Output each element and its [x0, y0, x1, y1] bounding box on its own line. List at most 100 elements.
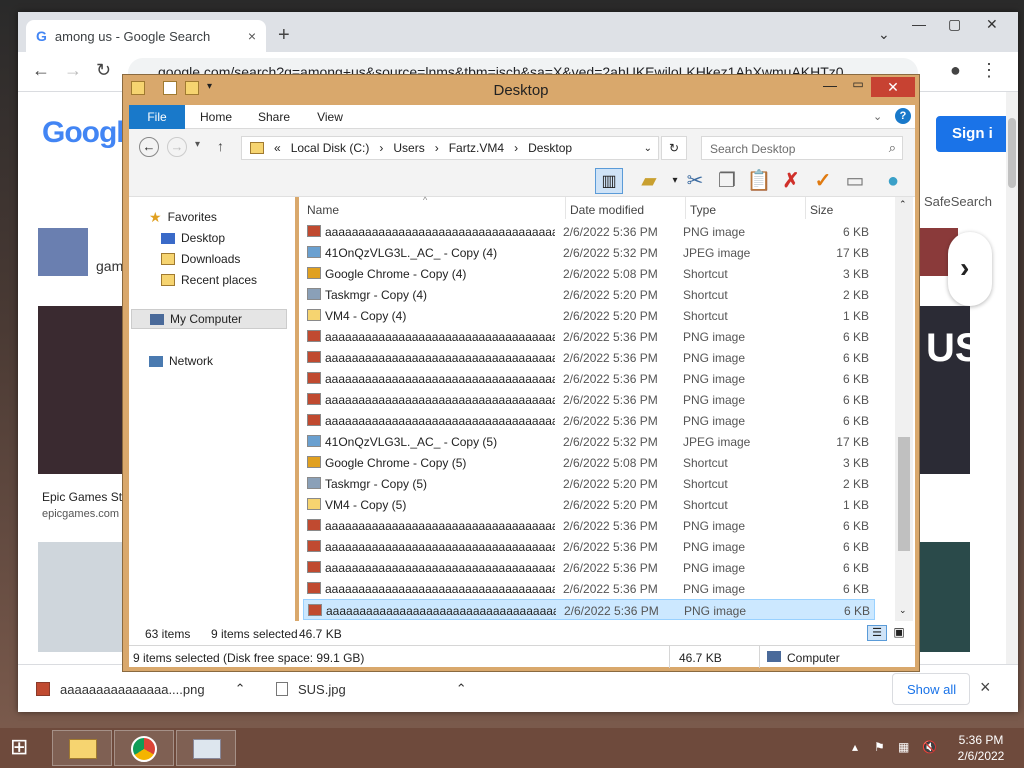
table-row[interactable]: VM4 - Copy (4) 2/6/2022 5:20 PM Shortcut 1 …	[303, 305, 875, 326]
taskbar-chrome[interactable]	[114, 730, 174, 766]
table-row[interactable]: 41OnQzVLG3L._AC_ - Copy (5) 2/6/2022 5:32…	[303, 431, 875, 452]
explorer-titlebar[interactable]: ▾ Desktop — ▭ ✕	[123, 75, 919, 105]
breadcrumb-desktop[interactable]: Desktop	[528, 141, 572, 155]
tab-close-icon[interactable]: ×	[248, 28, 256, 44]
result-image-3[interactable]	[38, 542, 128, 652]
forward-icon[interactable]: →	[64, 60, 82, 81]
forward-icon[interactable]: →	[167, 137, 187, 157]
tab-file[interactable]: File	[129, 105, 185, 129]
cut-icon[interactable]: ✂	[681, 168, 709, 194]
up-icon[interactable]: ↑	[217, 138, 224, 154]
table-row[interactable]: aaaaaaaaaaaaaaaaaaaaaaaaaaaaaaaaaaaaaa..…	[303, 599, 875, 620]
reload-icon[interactable]: ↻	[96, 60, 111, 81]
tab-search-chevron-icon[interactable]: ⌄	[878, 26, 890, 43]
table-row[interactable]: VM4 - Copy (5) 2/6/2022 5:20 PM Shortcut 1 …	[303, 494, 875, 515]
properties-icon[interactable]: ▭	[841, 168, 869, 194]
table-row[interactable]: Taskmgr - Copy (5) 2/6/2022 5:20 PM Shortc…	[303, 473, 875, 494]
chevron-up-icon[interactable]: ⌃	[235, 681, 246, 697]
show-hidden-icons-icon[interactable]: ▴	[852, 740, 858, 754]
scroll-down-icon[interactable]: ⌄	[899, 605, 907, 616]
address-dropdown-icon[interactable]: ⌄	[644, 143, 652, 154]
large-icons-view-icon[interactable]: ▣	[891, 625, 907, 641]
download-item-2[interactable]: SUS.jpg ⌃	[276, 673, 467, 705]
maximize-icon[interactable]: ▢	[948, 16, 961, 33]
back-icon[interactable]: ←	[32, 60, 50, 81]
details-view-icon[interactable]: ☰	[867, 625, 887, 641]
table-row[interactable]: aaaaaaaaaaaaaaaaaaaaaaaaaaaaaaaaaaaaaa..…	[303, 578, 875, 599]
taskbar-clock[interactable]: 5:36 PM 2/6/2022	[946, 732, 1016, 764]
nav-my-computer[interactable]: My Computer	[131, 309, 287, 329]
scroll-up-icon[interactable]: ⌃	[899, 199, 907, 210]
column-header-size[interactable]: Size	[805, 197, 881, 219]
table-row[interactable]: aaaaaaaaaaaaaaaaaaaaaaaaaaaaaaaaaaaaaa..…	[303, 326, 875, 347]
file-list-scrollbar[interactable]: ⌃ ⌄	[895, 197, 913, 621]
table-row[interactable]: aaaaaaaaaaaaaaaaaaaaaaaaaaaaaaaaaaaaaa..…	[303, 557, 875, 578]
table-row[interactable]: aaaaaaaaaaaaaaaaaaaaaaaaaaaaaaaaaaaaaa..…	[303, 221, 875, 242]
table-row[interactable]: aaaaaaaaaaaaaaaaaaaaaaaaaaaaaaaaaaaaaa..…	[303, 389, 875, 410]
network-tray-icon[interactable]: ▦	[898, 740, 909, 754]
paste-icon[interactable]: 📋	[745, 168, 773, 194]
chevron-right-icon[interactable]: ›	[948, 232, 992, 306]
globe-icon[interactable]: ●	[879, 168, 907, 194]
chevron-up-icon[interactable]: ⌃	[456, 681, 467, 697]
minimize-icon[interactable]: —	[817, 77, 843, 97]
search-input[interactable]: Search Desktop ⌕	[701, 136, 903, 160]
tab-view[interactable]: View	[305, 105, 355, 129]
show-all-button[interactable]: Show all	[892, 673, 970, 705]
related-chip-label[interactable]: gam	[96, 258, 123, 274]
breadcrumb-users[interactable]: Users	[393, 141, 424, 155]
table-row[interactable]: aaaaaaaaaaaaaaaaaaaaaaaaaaaaaaaaaaaaaa..…	[303, 368, 875, 389]
profile-avatar-icon[interactable]: ●	[950, 60, 961, 81]
help-icon[interactable]: ?	[895, 108, 911, 124]
delete-icon[interactable]: ✗	[777, 168, 805, 194]
minimize-icon[interactable]: —	[912, 16, 926, 32]
page-scrollbar-thumb[interactable]	[1008, 118, 1016, 188]
table-row[interactable]: Google Chrome - Copy (4) 2/6/2022 5:08 PM…	[303, 263, 875, 284]
breadcrumb-separator[interactable]: ›	[514, 141, 518, 155]
breadcrumb[interactable]: « Local Disk (C:) › Users › Fartz.VM4 › …	[241, 136, 659, 160]
maximize-icon[interactable]: ▭	[845, 77, 871, 97]
breadcrumb-local-disk[interactable]: Local Disk (C:)	[291, 141, 370, 155]
tab-home[interactable]: Home	[191, 105, 241, 129]
close-icon[interactable]: ✕	[986, 16, 998, 33]
taskbar-task-manager[interactable]	[176, 730, 236, 766]
column-header-type[interactable]: Type	[685, 197, 801, 219]
column-header-name[interactable]: Name	[307, 197, 563, 219]
back-icon[interactable]: ←	[139, 137, 159, 157]
refresh-icon[interactable]: ↻	[661, 136, 687, 160]
table-row[interactable]: aaaaaaaaaaaaaaaaaaaaaaaaaaaaaaaaaaaaaa..…	[303, 410, 875, 431]
chrome-menu-icon[interactable]: ⋮	[980, 60, 998, 81]
preview-pane-icon[interactable]: ▥	[595, 168, 623, 194]
rename-check-icon[interactable]: ✓	[809, 168, 837, 194]
nav-recent-places[interactable]: Recent places	[161, 270, 257, 290]
table-row[interactable]: aaaaaaaaaaaaaaaaaaaaaaaaaaaaaaaaaaaaaa..…	[303, 515, 875, 536]
breadcrumb-separator[interactable]: ›	[435, 141, 439, 155]
action-center-flag-icon[interactable]: ⚑	[874, 740, 885, 754]
table-row[interactable]: 41OnQzVLG3L._AC_ - Copy (4) 2/6/2022 5:32…	[303, 242, 875, 263]
download-item-1[interactable]: aaaaaaaaaaaaaaa....png ⌃	[36, 673, 246, 705]
close-icon[interactable]: ✕	[871, 77, 915, 97]
breadcrumb-overflow[interactable]: «	[274, 141, 281, 155]
recent-locations-icon[interactable]: ▾	[195, 139, 200, 150]
column-header-date[interactable]: Date modified	[565, 197, 681, 219]
expand-ribbon-chevron-icon[interactable]: ⌄	[873, 110, 882, 123]
page-scrollbar[interactable]	[1006, 92, 1018, 670]
volume-muted-icon[interactable]: 🔇	[922, 740, 937, 754]
result-image-1[interactable]	[38, 306, 128, 474]
browser-tab[interactable]: G among us - Google Search ×	[26, 20, 266, 52]
safesearch-link[interactable]: SafeSearch	[924, 194, 992, 209]
new-tab-button[interactable]: +	[278, 24, 290, 47]
taskbar-explorer[interactable]	[52, 730, 112, 766]
result-title-1[interactable]: Epic Games St	[42, 490, 122, 504]
tab-share[interactable]: Share	[249, 105, 299, 129]
table-row[interactable]: aaaaaaaaaaaaaaaaaaaaaaaaaaaaaaaaaaaaaa..…	[303, 347, 875, 368]
move-to-icon[interactable]: ▰	[635, 168, 663, 194]
windows-start-icon[interactable]: ⊞	[10, 736, 38, 760]
nav-favorites[interactable]: ★ Favorites	[149, 207, 217, 227]
breadcrumb-separator[interactable]: ›	[379, 141, 383, 155]
file-list-scrollbar-thumb[interactable]	[898, 437, 910, 551]
result-image-4[interactable]	[920, 542, 970, 652]
table-row[interactable]: Taskmgr - Copy (4) 2/6/2022 5:20 PM Shortc…	[303, 284, 875, 305]
table-row[interactable]: aaaaaaaaaaaaaaaaaaaaaaaaaaaaaaaaaaaaaa..…	[303, 536, 875, 557]
breadcrumb-user-folder[interactable]: Fartz.VM4	[449, 141, 504, 155]
